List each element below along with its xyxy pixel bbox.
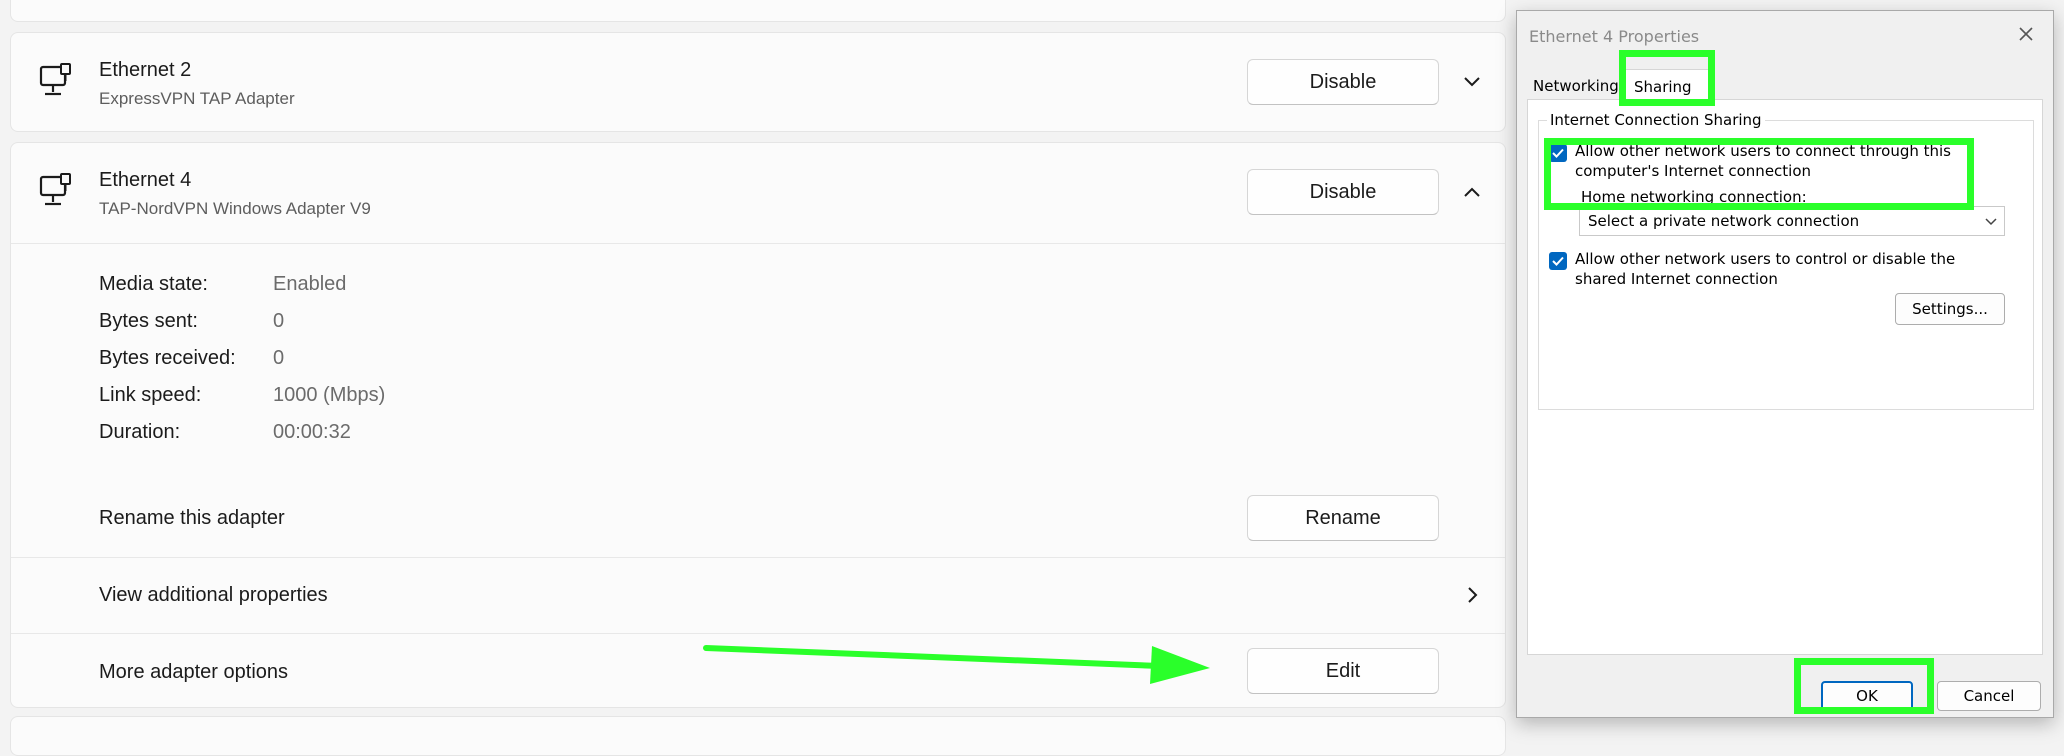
select-value: Select a private network connection (1588, 212, 1860, 230)
edit-button[interactable]: Edit (1247, 648, 1439, 694)
checkmark-icon (1552, 256, 1564, 266)
rename-label: Rename this adapter (99, 507, 285, 529)
rename-button[interactable]: Rename (1247, 495, 1439, 541)
detail-label: Bytes received: (99, 347, 236, 369)
adapter-name: Ethernet 4 (99, 169, 192, 191)
detail-label: Bytes sent: (99, 310, 198, 332)
disable-button[interactable]: Disable (1247, 59, 1439, 105)
divider (11, 243, 1505, 244)
detail-value: 1000 (Mbps) (273, 384, 386, 406)
network-adapter-icon (39, 63, 71, 96)
divider (11, 633, 1505, 634)
chevron-right-icon (1468, 587, 1478, 603)
disable-button[interactable]: Disable (1247, 169, 1439, 215)
dialog-title: Ethernet 4 Properties (1529, 27, 1700, 46)
more-adapter-options-label: More adapter options (99, 661, 289, 683)
network-adapter-icon (39, 173, 71, 206)
adapter-card-ethernet-4: Ethernet 4 TAP-NordVPN Windows Adapter V… (10, 142, 1506, 708)
chevron-down-icon[interactable] (1457, 67, 1487, 97)
tab-networking[interactable]: Networking (1533, 77, 1619, 95)
adapter-description: TAP-NordVPN Windows Adapter V9 (99, 199, 371, 218)
close-icon[interactable] (2013, 21, 2039, 47)
group-title: Internet Connection Sharing (1547, 111, 1765, 129)
detail-value: 0 (273, 347, 285, 369)
detail-label: Duration: (99, 421, 181, 443)
properties-dialog: Ethernet 4 Properties Networking Sharing… (1516, 10, 2054, 718)
allow-control-line1: Allow other network users to control or … (1575, 250, 1956, 268)
highlight-allow-connect (1544, 138, 1974, 210)
view-additional-properties-label: View additional properties (99, 584, 328, 606)
view-additional-properties-row[interactable]: View additional properties (11, 558, 1505, 633)
allow-control-checkbox[interactable] (1549, 252, 1567, 270)
annotation-arrow (703, 645, 1210, 684)
adapter-name: Ethernet 2 (99, 59, 192, 81)
adapter-card-ethernet-2: Ethernet 2 ExpressVPN TAP Adapter Disabl… (10, 32, 1506, 132)
adapter-card-partial (10, 0, 1506, 22)
home-networking-select[interactable]: Select a private network connection (1579, 206, 2005, 236)
highlight-ok-button (1794, 658, 1934, 714)
chevron-up-icon[interactable] (1457, 177, 1487, 207)
detail-label: Link speed: (99, 384, 202, 406)
allow-control-label: Allow other network users to control or … (1575, 249, 1955, 289)
detail-value: 0 (273, 310, 285, 332)
allow-control-line2: shared Internet connection (1575, 270, 1778, 288)
highlight-sharing-tab (1619, 50, 1715, 106)
adapter-description: ExpressVPN TAP Adapter (99, 89, 295, 108)
detail-value: Enabled (273, 273, 347, 295)
detail-value: 00:00:32 (273, 421, 351, 443)
settings-button[interactable]: Settings... (1895, 293, 2005, 325)
adapter-card-partial (10, 716, 1506, 756)
detail-label: Media state: (99, 273, 208, 295)
chevron-down-icon (1985, 218, 1997, 226)
cancel-button[interactable]: Cancel (1937, 681, 2041, 711)
